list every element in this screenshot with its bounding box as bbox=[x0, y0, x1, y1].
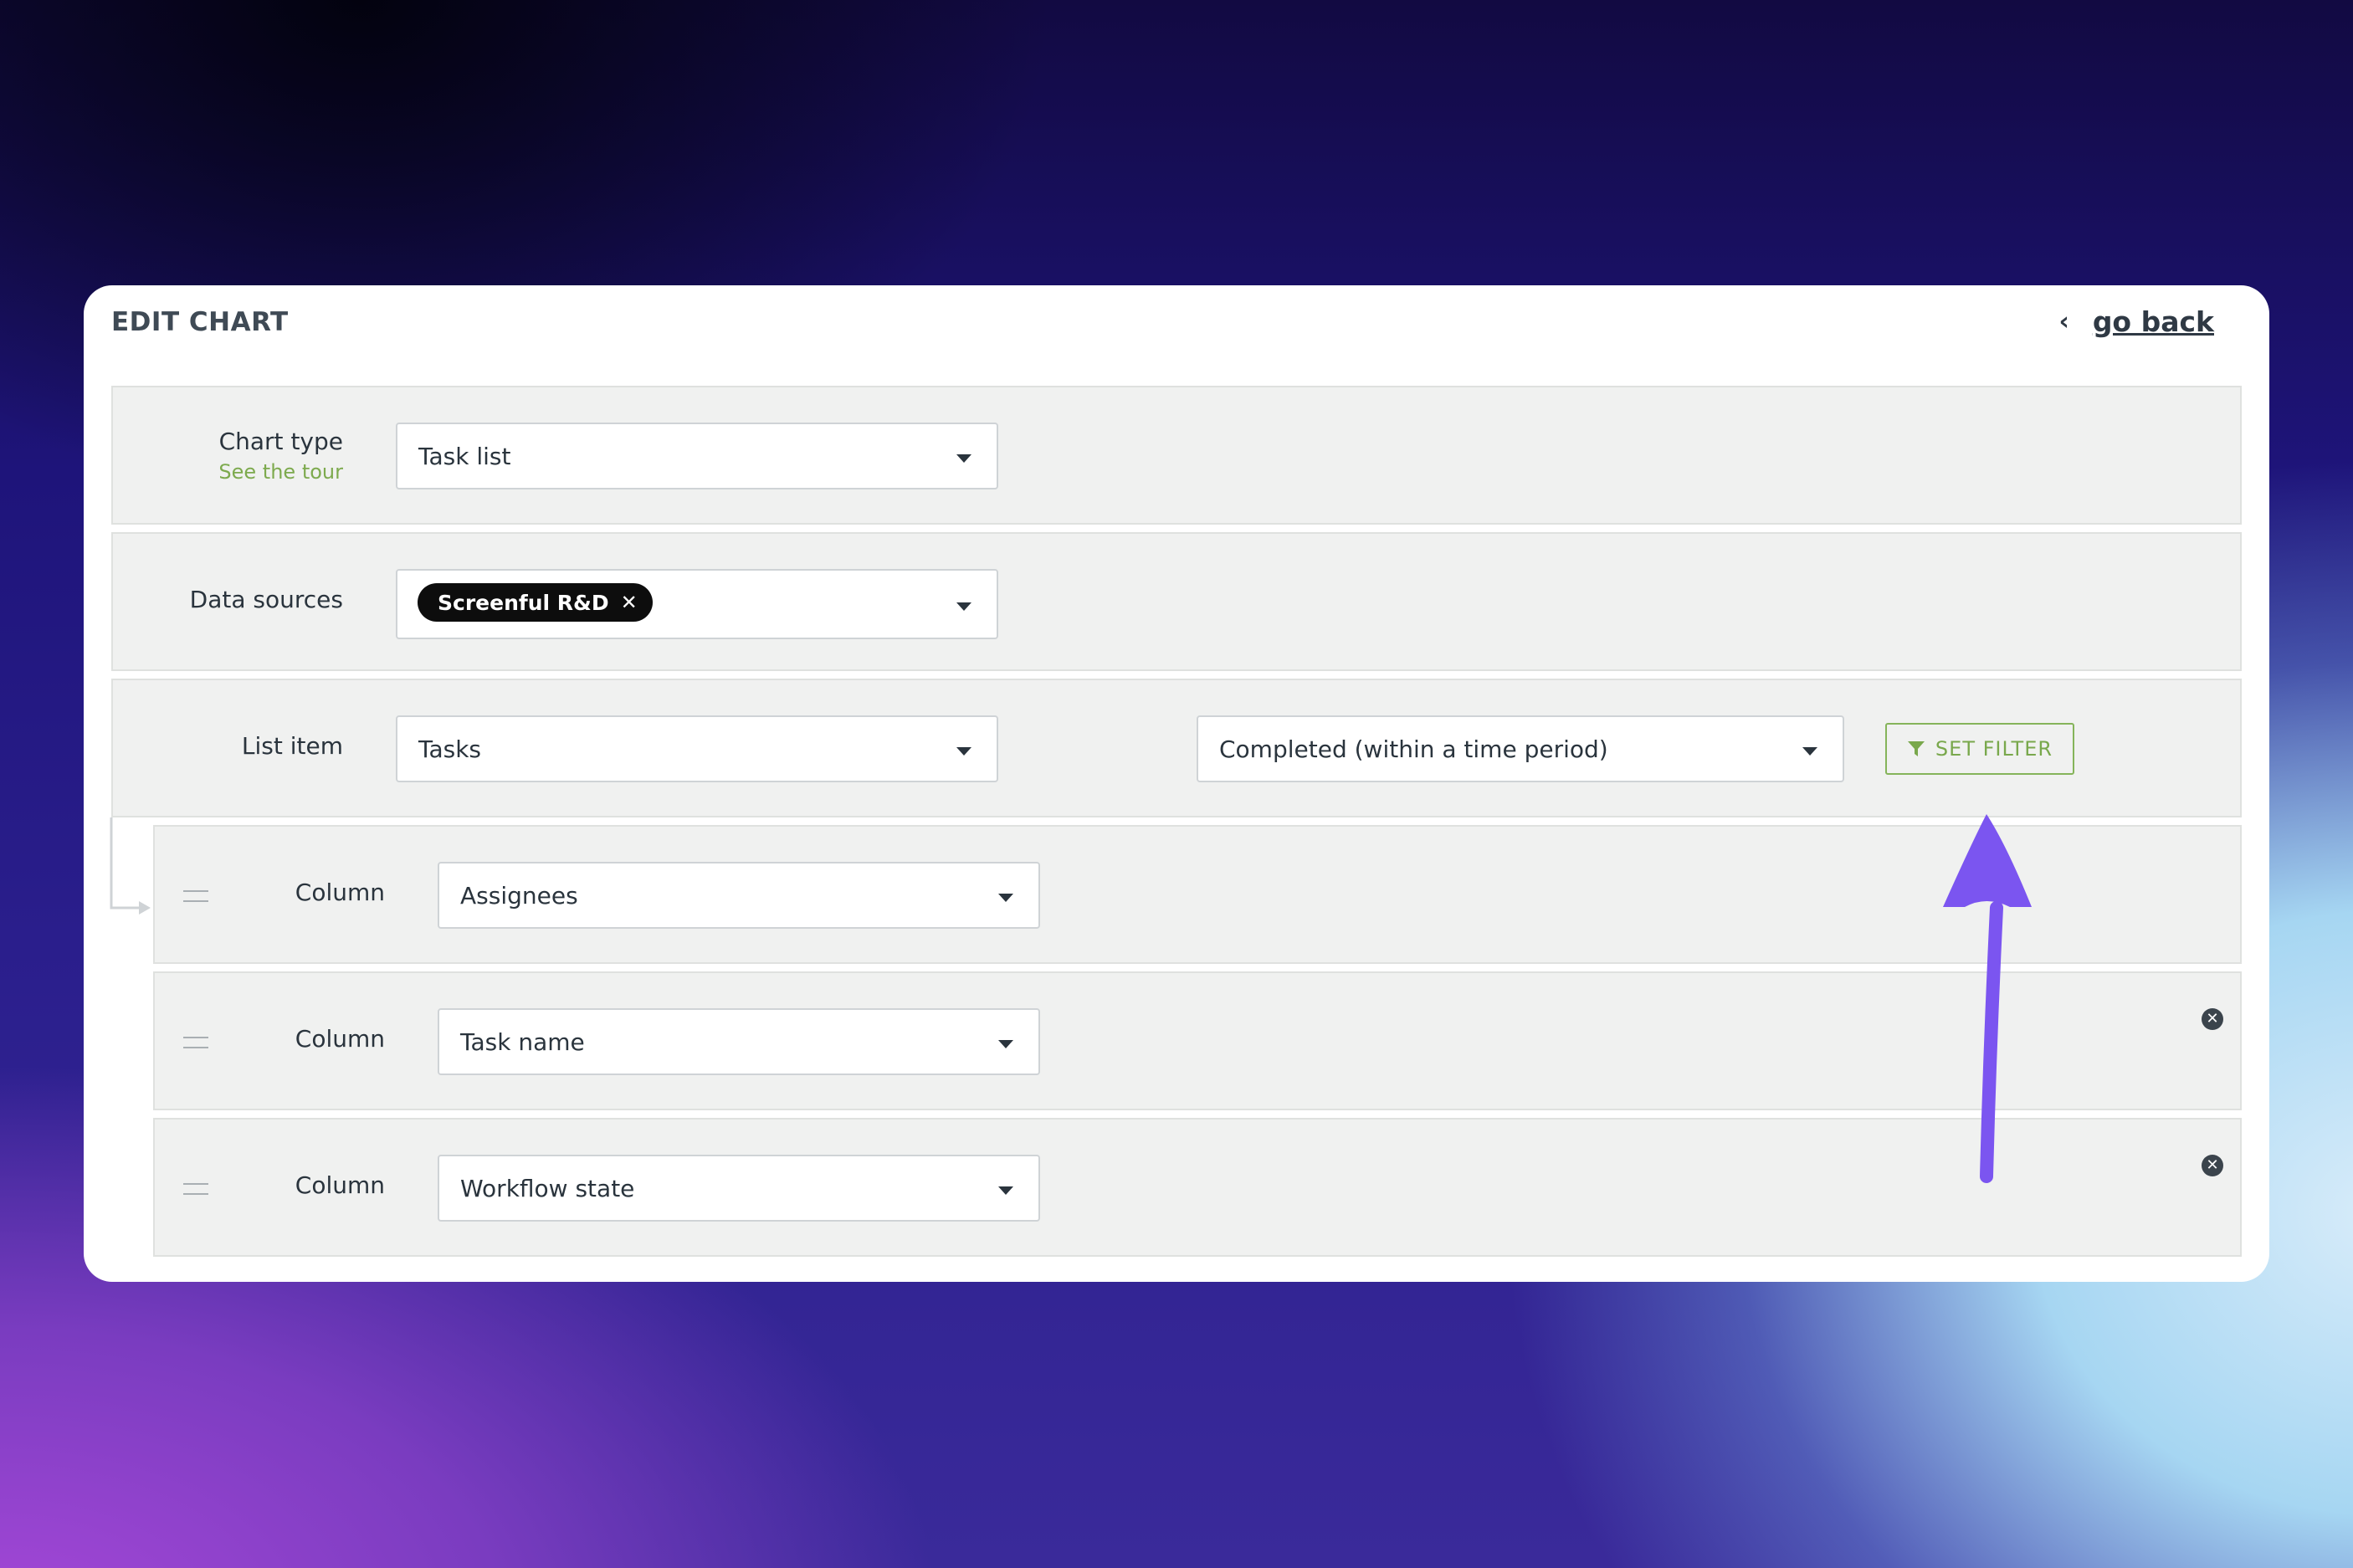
annotation-arrow bbox=[1943, 814, 2032, 1183]
